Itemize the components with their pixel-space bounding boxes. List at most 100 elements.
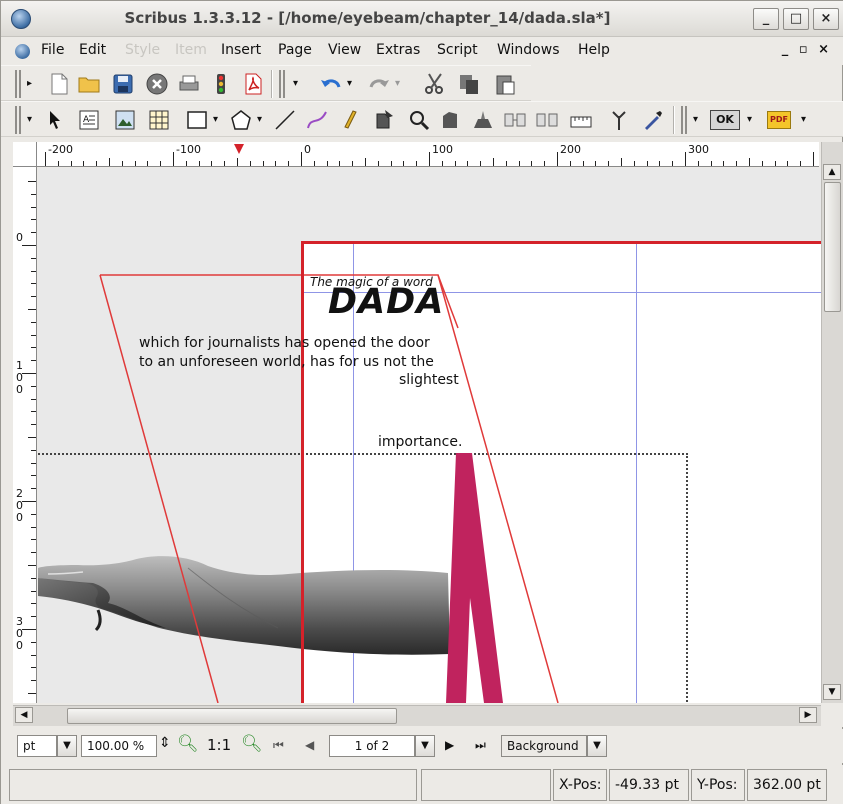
layer-dropdown-arrow[interactable]: ▼ <box>587 735 607 757</box>
zoom-icon[interactable] <box>405 106 433 134</box>
body-text-line[interactable]: which for journalists has opened the doo… <box>139 335 430 351</box>
previous-page-icon[interactable]: ◀ <box>305 738 314 752</box>
shape-dropdown-arrow[interactable]: ▾ <box>213 114 218 125</box>
rectangle-icon[interactable] <box>183 106 211 134</box>
cut-icon[interactable] <box>421 70 449 98</box>
image-frame-icon[interactable] <box>111 106 139 134</box>
page-dropdown-arrow[interactable]: ▼ <box>415 735 435 757</box>
document-canvas[interactable]: The magic of a word DADA which for journ… <box>38 168 821 703</box>
menu-edit[interactable]: Edit <box>79 42 106 58</box>
print-icon[interactable] <box>175 70 203 98</box>
ruler-tick <box>531 161 533 166</box>
open-folder-icon[interactable] <box>75 70 103 98</box>
zoom-in-icon[interactable]: 🔍︎ <box>241 734 263 754</box>
menu-view[interactable]: View <box>328 42 361 58</box>
last-page-icon[interactable]: ⏭ <box>475 738 486 753</box>
rotate-icon[interactable] <box>371 106 399 134</box>
mdi-window-controls[interactable]: _ ▫ × <box>782 42 832 57</box>
unlink-frames-icon[interactable] <box>533 106 561 134</box>
unit-select[interactable]: pt <box>17 735 57 757</box>
vertical-scrollbar[interactable]: ▲ ▼ <box>821 142 843 703</box>
toolbar-grip[interactable] <box>279 70 285 98</box>
first-page-icon[interactable]: ⏮ <box>273 738 284 753</box>
ruler-tick <box>403 161 405 166</box>
page-indicator[interactable]: 1 of 2 <box>329 735 415 757</box>
new-document-icon[interactable] <box>45 70 73 98</box>
select-arrow-icon[interactable] <box>41 106 69 134</box>
menu-script[interactable]: Script <box>437 42 478 58</box>
pdf-export-icon[interactable] <box>239 70 267 98</box>
edit-text-icon[interactable] <box>469 106 497 134</box>
zoom-out-icon[interactable]: 🔍︎ <box>177 734 199 754</box>
menu-help[interactable]: Help <box>578 42 610 58</box>
text-frame-icon[interactable]: A <box>75 106 103 134</box>
layer-select[interactable]: Background <box>501 735 587 757</box>
redo-dropdown-arrow[interactable]: ▾ <box>395 78 400 89</box>
freehand-icon[interactable] <box>337 106 365 134</box>
pdf-tools-dropdown-arrow[interactable]: ▾ <box>747 114 752 125</box>
document-menu-icon[interactable] <box>15 44 30 59</box>
undo-dropdown-arrow[interactable]: ▾ <box>347 78 352 89</box>
scroll-up-arrow[interactable]: ▲ <box>823 164 841 180</box>
ruler-tick <box>480 161 482 166</box>
toolbar-grip[interactable] <box>15 70 21 98</box>
pdf-fields-dropdown-arrow[interactable]: ▾ <box>801 114 806 125</box>
ruler-tick <box>31 385 36 387</box>
maximize-button[interactable]: □ <box>783 8 809 30</box>
edit-contents-icon[interactable] <box>437 106 465 134</box>
menu-style[interactable]: Style <box>125 42 160 58</box>
pdf-tools-icon[interactable]: OK <box>707 106 743 134</box>
scroll-right-arrow[interactable]: ▶ <box>799 707 817 723</box>
eyedropper-icon[interactable] <box>639 106 667 134</box>
toolbar-grip[interactable] <box>15 106 21 134</box>
menu-extras[interactable]: Extras <box>376 42 420 58</box>
toolbar-grip[interactable] <box>681 106 687 134</box>
body-text-line[interactable]: importance. <box>378 434 462 450</box>
ruler-corner[interactable] <box>13 142 37 167</box>
measure-icon[interactable] <box>567 106 595 134</box>
toolbar-menu-arrow[interactable]: ▾ <box>693 114 698 125</box>
toolbar-menu-arrow[interactable]: ▸ <box>27 78 32 89</box>
bezier-icon[interactable] <box>303 106 331 134</box>
copy-icon[interactable] <box>455 70 483 98</box>
vertical-scroll-thumb[interactable] <box>824 182 841 312</box>
zoom-reset-button[interactable]: 1:1 <box>207 736 231 754</box>
menu-page[interactable]: Page <box>278 42 312 58</box>
toolbar-menu-arrow[interactable]: ▾ <box>293 78 298 89</box>
paste-icon[interactable] <box>491 70 519 98</box>
ruler-tick <box>416 161 418 166</box>
next-page-icon[interactable]: ▶ <box>445 738 454 752</box>
unit-dropdown-arrow[interactable]: ▼ <box>57 735 77 757</box>
heading-large[interactable]: DADA <box>328 282 444 322</box>
redo-icon[interactable] <box>365 70 393 98</box>
polygon-dropdown-arrow[interactable]: ▾ <box>257 114 262 125</box>
zoom-input[interactable]: 100.00 % <box>81 735 157 757</box>
toolbar-menu-arrow[interactable]: ▾ <box>27 114 32 125</box>
undo-icon[interactable] <box>317 70 345 98</box>
minimize-button[interactable]: _ <box>753 8 779 30</box>
link-frames-icon[interactable] <box>501 106 529 134</box>
line-icon[interactable] <box>271 106 299 134</box>
menu-file[interactable]: File <box>41 42 64 58</box>
menu-windows[interactable]: Windows <box>497 42 560 58</box>
polygon-icon[interactable] <box>227 106 255 134</box>
copy-properties-icon[interactable] <box>605 106 633 134</box>
body-text-line[interactable]: slightest <box>399 372 459 388</box>
save-icon[interactable] <box>109 70 137 98</box>
table-icon[interactable] <box>145 106 173 134</box>
vertical-ruler[interactable]: 0 100 200 300 <box>13 167 37 703</box>
scroll-down-arrow[interactable]: ▼ <box>823 684 841 700</box>
preflight-icon[interactable] <box>207 70 235 98</box>
horizontal-scroll-thumb[interactable] <box>67 708 397 724</box>
horizontal-scrollbar[interactable]: ◀ ▶ <box>13 705 821 726</box>
pdf-fields-icon[interactable]: PDF <box>763 106 795 134</box>
menu-insert[interactable]: Insert <box>221 42 261 58</box>
close-button[interactable]: × <box>813 8 839 30</box>
ruler-tick <box>813 152 814 166</box>
horizontal-ruler[interactable]: -200 -100 0 100 200 300 <box>13 142 819 167</box>
scroll-left-arrow[interactable]: ◀ <box>15 707 33 723</box>
zoom-spinner-icon[interactable]: ⇕ <box>159 735 171 751</box>
close-document-icon[interactable] <box>143 70 171 98</box>
body-text-line[interactable]: to an unforeseen world, has for us not t… <box>139 354 434 370</box>
menu-item[interactable]: Item <box>175 42 207 58</box>
